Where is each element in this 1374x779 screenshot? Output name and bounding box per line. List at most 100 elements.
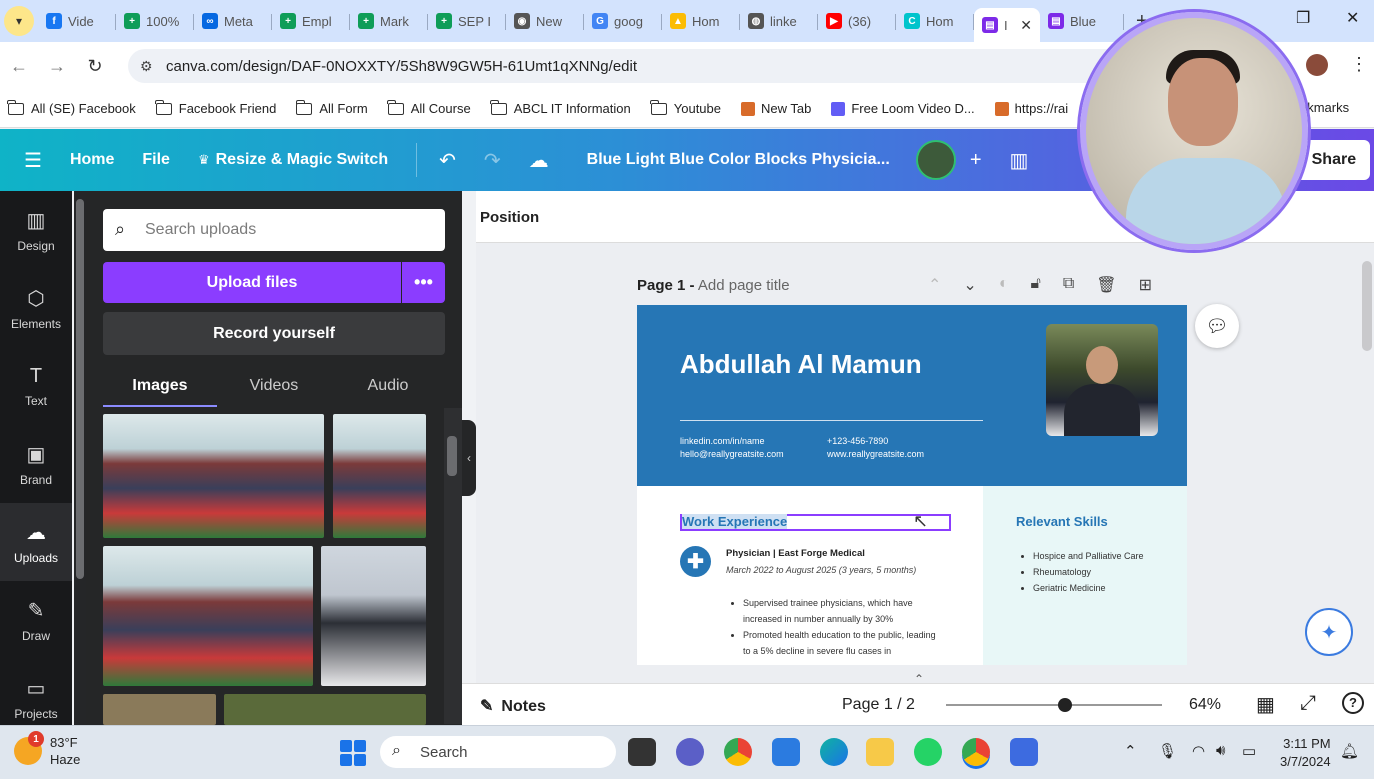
browser-tab[interactable]: + Empl <box>272 4 350 38</box>
back-arrow-icon[interactable]: ← <box>0 56 38 77</box>
window-close-icon[interactable]: ✕ <box>1346 8 1359 28</box>
job-date[interactable]: March 2022 to August 2025 (3 years, 5 mo… <box>726 565 916 575</box>
bookmark-item[interactable]: Youtube <box>650 99 721 116</box>
teams-icon[interactable] <box>676 738 704 766</box>
browser-tab[interactable]: + Mark <box>350 4 428 38</box>
add-collaborator-plus-icon[interactable]: + <box>970 149 982 172</box>
whatsapp-icon[interactable] <box>914 738 942 766</box>
edge-icon[interactable] <box>820 738 848 766</box>
uploaded-image[interactable] <box>224 694 426 725</box>
browser-tab[interactable]: ▶ (36) <box>818 4 896 38</box>
delete-page-icon[interactable]: 🗑︎ <box>1096 275 1116 295</box>
battery-icon[interactable]: ▭ <box>1242 742 1256 760</box>
upload-more-options-icon[interactable]: ••• <box>402 262 445 303</box>
weather-widget[interactable]: 1 83°F Haze <box>14 731 80 768</box>
chevron-up-icon[interactable]: ⌃ <box>914 672 924 686</box>
zoom-level[interactable]: 64% <box>1189 696 1221 714</box>
maximize-icon[interactable]: ❐ <box>1296 8 1310 28</box>
url-field[interactable]: ⚙ canva.com/design/DAF-0NOXXTY/5Sh8W9GW5… <box>128 49 1228 83</box>
resume-page[interactable]: Abdullah Al Mamun linkedin.com/in/name h… <box>637 305 1187 665</box>
rail-item-design[interactable]: ▥ Design <box>0 191 72 269</box>
profile-avatar[interactable] <box>1306 54 1328 76</box>
skills-list[interactable]: Hospice and Palliative Care Rheumatology… <box>1033 548 1144 596</box>
taskbar-search[interactable]: ⌕ Search <box>380 736 616 768</box>
redo-icon[interactable]: ↷ <box>484 148 501 173</box>
tab-search-chevron-icon[interactable]: ▾ <box>4 6 34 36</box>
job-bullets[interactable]: Supervised trainee physicians, which hav… <box>743 595 943 659</box>
system-clock[interactable]: 3:11 PM 3/7/2024 <box>1280 735 1331 771</box>
more-menu-icon[interactable]: ⋮ <box>1350 54 1368 75</box>
wifi-icon[interactable]: ◠ <box>1192 742 1205 760</box>
contact-right[interactable]: +123-456-7890 www.reallygreatsite.com <box>827 435 924 461</box>
windows-start-icon[interactable] <box>340 740 366 766</box>
chevron-down-icon[interactable]: ⌄ <box>963 275 976 295</box>
bookmark-item[interactable]: Free Loom Video D... <box>831 101 975 116</box>
page-count-button[interactable]: Page 1 / 2 <box>842 696 915 714</box>
notes-button[interactable]: ✎ Notes <box>480 696 546 716</box>
add-comment-icon[interactable]: 💬︎ <box>1195 304 1239 348</box>
chrome-active-icon[interactable] <box>962 738 990 766</box>
uploaded-image[interactable] <box>103 546 313 686</box>
all-bookmarks-label[interactable]: okmarks <box>1300 100 1349 115</box>
browser-tab[interactable]: ◉ New <box>506 4 584 38</box>
browser-tab[interactable]: + SEP I <box>428 4 506 38</box>
microphone-icon[interactable]: 🎙︎ <box>1158 742 1177 760</box>
bookmark-item[interactable]: https://rai <box>994 101 1068 116</box>
uploaded-image[interactable] <box>321 546 426 686</box>
document-title[interactable]: Blue Light Blue Color Blocks Physicia... <box>587 151 890 169</box>
zoom-slider[interactable] <box>946 698 1162 712</box>
tab-active[interactable]: ▤ I ✕ <box>974 8 1040 42</box>
bookmark-item[interactable]: All Course <box>387 99 471 116</box>
bookmark-item[interactable]: All (SE) Facebook <box>7 99 136 116</box>
resume-photo[interactable] <box>1046 324 1158 436</box>
file-explorer-icon[interactable] <box>866 738 894 766</box>
uploaded-image[interactable] <box>103 694 216 725</box>
reload-icon[interactable]: ↻ <box>76 56 114 77</box>
tab-next[interactable]: ▤ Blue <box>1040 4 1124 38</box>
resize-magic-switch-button[interactable]: Resize & Magic Switch <box>216 151 389 169</box>
store-icon[interactable] <box>772 738 800 766</box>
chrome-icon[interactable] <box>724 738 752 766</box>
relevant-skills-heading[interactable]: Relevant Skills <box>1016 514 1108 529</box>
task-view-icon[interactable] <box>628 738 656 766</box>
magic-sparkle-icon[interactable]: ✦ <box>1305 608 1353 656</box>
rail-item-text[interactable]: T Text <box>0 347 72 425</box>
rail-item-uploads[interactable]: ☁ Uploads <box>0 503 72 581</box>
file-menu-button[interactable]: File <box>142 151 170 169</box>
position-button[interactable]: Position <box>480 209 539 226</box>
collaborator-avatar[interactable] <box>915 140 956 180</box>
panel-scrollbar[interactable] <box>444 408 462 724</box>
uploaded-image[interactable] <box>103 414 324 538</box>
fullscreen-icon[interactable]: ⤢ <box>1300 692 1316 715</box>
collapse-panel-chevron-icon[interactable]: ‹ <box>462 420 476 496</box>
notifications-icon[interactable]: 🔔︎ <box>1340 742 1359 760</box>
bookmark-item[interactable]: Facebook Friend <box>155 99 276 116</box>
browser-tab[interactable]: Ggoog <box>584 4 662 38</box>
browser-tab[interactable]: ∞ Meta <box>194 4 272 38</box>
rail-item-elements[interactable]: ⬡ Elements <box>0 269 72 347</box>
forward-arrow-icon[interactable]: → <box>38 56 76 77</box>
lock-icon[interactable]: 🔓︎ <box>1030 275 1040 295</box>
help-icon[interactable]: ? <box>1342 692 1364 714</box>
editor-scrollbar[interactable] <box>1362 261 1372 351</box>
volume-icon[interactable]: 🔊︎ <box>1216 742 1225 759</box>
browser-tab[interactable]: +100% <box>116 4 194 38</box>
hide-page-icon[interactable]: ◐ <box>999 275 1009 295</box>
browser-tab[interactable]: C Hom <box>896 4 974 38</box>
add-page-icon[interactable]: ⊞ <box>1139 275 1152 295</box>
undo-icon[interactable]: ↶ <box>439 148 456 173</box>
close-icon[interactable]: ✕ <box>1020 17 1032 34</box>
rail-item-brand[interactable]: ▣ Brand <box>0 425 72 503</box>
hamburger-menu-icon[interactable]: ☰ <box>24 148 42 173</box>
search-uploads-input[interactable]: ⌕ Search uploads <box>103 209 445 251</box>
zoom-slider-handle[interactable] <box>1057 698 1072 712</box>
cloud-saved-icon[interactable]: ☁ <box>529 148 549 173</box>
chevron-up-icon[interactable]: ⌃ <box>928 275 941 295</box>
home-button[interactable]: Home <box>70 151 114 169</box>
rail-scrollbar[interactable] <box>74 191 86 725</box>
page-title-input[interactable]: Add page title <box>698 277 790 294</box>
bookmark-item[interactable]: New Tab <box>741 101 811 116</box>
tab-videos[interactable]: Videos <box>217 367 331 407</box>
insights-chart-icon[interactable]: ▥ <box>1010 148 1029 173</box>
job-title[interactable]: Physician | East Forge Medical <box>726 548 865 559</box>
